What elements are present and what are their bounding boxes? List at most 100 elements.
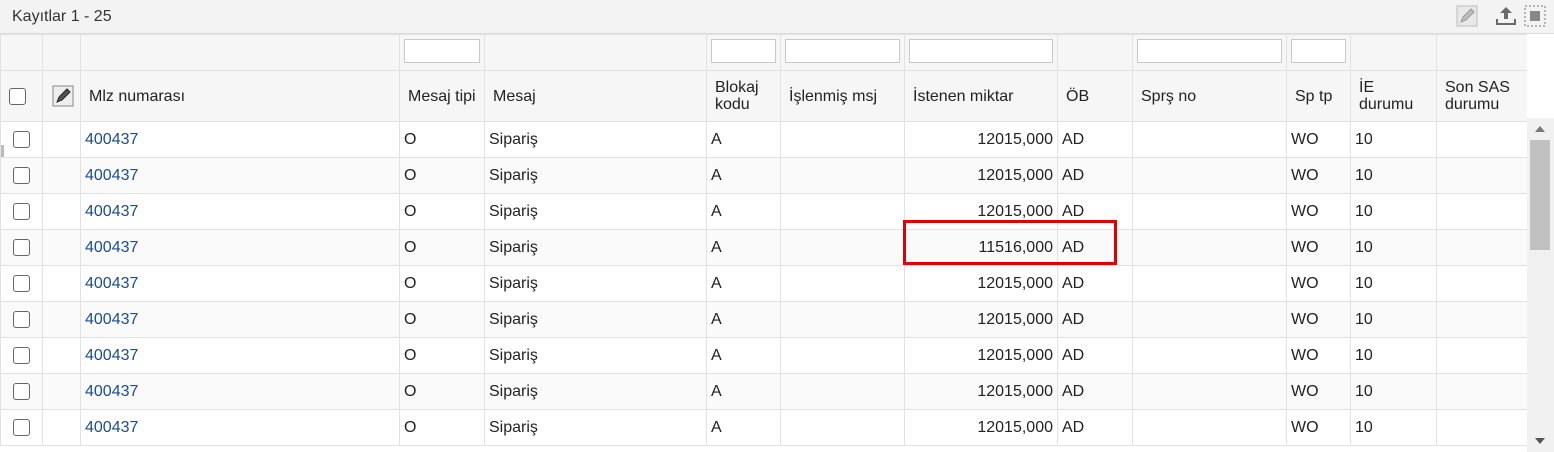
cell-blokaj-kodu: A xyxy=(706,409,781,446)
select-all-checkbox[interactable] xyxy=(9,87,26,105)
row-edit-cell xyxy=(42,157,81,194)
col-header-ie-durumu[interactable]: İE durumu xyxy=(1350,70,1437,122)
table-row[interactable]: 400437 O Sipariş A 12015,000 AD WO 10 xyxy=(0,337,1527,374)
row-edit-cell xyxy=(42,301,81,338)
col-header-ob[interactable]: ÖB xyxy=(1057,70,1133,122)
scroll-thumb[interactable] xyxy=(1530,140,1550,250)
row-checkbox[interactable] xyxy=(13,274,30,292)
cell-sp-tp: WO xyxy=(1286,409,1351,446)
data-grid: Mlz numarası Mesaj tipi Mesaj Blokaj kod… xyxy=(0,34,1527,452)
filter-sp-tp[interactable] xyxy=(1291,39,1346,63)
cell-blokaj-kodu: A xyxy=(706,229,781,266)
cell-mlz-numarasi[interactable]: 400437 xyxy=(80,373,400,410)
filter-istenen-miktar[interactable] xyxy=(909,39,1053,63)
cell-mlz-numarasi[interactable]: 400437 xyxy=(80,229,400,266)
row-edit-cell xyxy=(42,373,81,410)
row-edit-cell xyxy=(42,337,81,374)
cell-ob: AD xyxy=(1057,193,1133,230)
table-row[interactable]: 400437 O Sipariş A 12015,000 AD WO 10 xyxy=(0,157,1527,194)
cell-istenen-miktar: 12015,000 xyxy=(904,337,1058,374)
table-row[interactable]: 400437 O Sipariş A 11516,000 AD WO 10 xyxy=(0,229,1527,266)
cell-ie-durumu: 10 xyxy=(1350,337,1437,374)
row-select-cell xyxy=(0,121,43,158)
cell-istenen-miktar: 12015,000 xyxy=(904,373,1058,410)
export-upload-icon[interactable] xyxy=(1494,4,1518,28)
edit-icon[interactable] xyxy=(1455,4,1479,28)
row-checkbox[interactable] xyxy=(13,166,30,184)
cell-ob: AD xyxy=(1057,157,1133,194)
col-header-islenmis-msj[interactable]: İşlenmiş msj xyxy=(780,70,905,122)
row-checkbox[interactable] xyxy=(13,130,30,148)
cell-islenmis-msj xyxy=(780,121,905,158)
cell-sp-tp: WO xyxy=(1286,337,1351,374)
cell-mesaj: Sipariş xyxy=(484,121,707,158)
table-row[interactable]: 400437 O Sipariş A 12015,000 AD WO 10 xyxy=(0,265,1527,302)
row-edit-cell xyxy=(42,265,81,302)
cell-islenmis-msj xyxy=(780,229,905,266)
filter-islenmis-msj[interactable] xyxy=(785,39,900,63)
table-row[interactable]: 400437 O Sipariş A 12015,000 AD WO 10 xyxy=(0,121,1527,158)
vertical-scrollbar[interactable] xyxy=(1527,118,1554,452)
cell-mesaj: Sipariş xyxy=(484,157,707,194)
table-row[interactable]: 400437 O Sipariş A 12015,000 AD WO 10 xyxy=(0,409,1527,446)
cell-mlz-numarasi[interactable]: 400437 xyxy=(80,265,400,302)
col-header-blokaj-kodu[interactable]: Blokaj kodu xyxy=(706,70,781,122)
select-all-cell xyxy=(0,70,43,122)
grid-toolbar: Kayıtlar 1 - 25 xyxy=(0,0,1554,34)
filter-sprs-no[interactable] xyxy=(1137,39,1282,63)
col-header-mesaj-tipi[interactable]: Mesaj tipi xyxy=(399,70,485,122)
scroll-up-arrow-icon[interactable] xyxy=(1535,126,1545,132)
cell-mlz-numarasi[interactable]: 400437 xyxy=(80,193,400,230)
row-checkbox[interactable] xyxy=(13,382,30,400)
row-select-cell xyxy=(0,193,43,230)
filter-blokaj-kodu[interactable] xyxy=(711,39,776,63)
fit-columns-icon[interactable] xyxy=(1523,4,1547,28)
row-checkbox[interactable] xyxy=(13,238,30,256)
cell-sprs-no xyxy=(1132,157,1287,194)
table-row[interactable]: 400437 O Sipariş A 12015,000 AD WO 10 xyxy=(0,373,1527,410)
cell-mesaj: Sipariş xyxy=(484,229,707,266)
cell-mlz-numarasi[interactable]: 400437 xyxy=(80,337,400,374)
row-checkbox[interactable] xyxy=(13,418,30,436)
row-select-cell xyxy=(0,337,43,374)
cell-mlz-numarasi[interactable]: 400437 xyxy=(80,409,400,446)
cell-istenen-miktar: 12015,000 xyxy=(904,193,1058,230)
table-row[interactable]: 400437 O Sipariş A 12015,000 AD WO 10 xyxy=(0,301,1527,338)
cell-mesaj-tipi: O xyxy=(399,409,485,446)
cell-blokaj-kodu: A xyxy=(706,193,781,230)
cell-ob: AD xyxy=(1057,373,1133,410)
col-header-sprs-no[interactable]: Sprş no xyxy=(1132,70,1287,122)
col-header-istenen-miktar[interactable]: İstenen miktar xyxy=(904,70,1058,122)
cell-mlz-numarasi[interactable]: 400437 xyxy=(80,301,400,338)
cell-ob: AD xyxy=(1057,121,1133,158)
cell-son-sas-durumu xyxy=(1436,301,1527,338)
cell-ob: AD xyxy=(1057,265,1133,302)
col-header-sp-tp[interactable]: Sp tp xyxy=(1286,70,1351,122)
cell-sp-tp: WO xyxy=(1286,229,1351,266)
edit-column-header xyxy=(42,70,81,122)
cell-ie-durumu: 10 xyxy=(1350,301,1437,338)
cell-ob: AD xyxy=(1057,337,1133,374)
col-header-son-sas-durumu[interactable]: Son SAS durumu xyxy=(1436,70,1527,122)
cell-istenen-miktar: 12015,000 xyxy=(904,157,1058,194)
cell-mlz-numarasi[interactable]: 400437 xyxy=(80,121,400,158)
cell-mlz-numarasi[interactable]: 400437 xyxy=(80,157,400,194)
cell-mesaj-tipi: O xyxy=(399,373,485,410)
table-row[interactable]: 400437 O Sipariş A 12015,000 AD WO 10 xyxy=(0,193,1527,230)
edit-icon[interactable] xyxy=(51,84,75,108)
scroll-down-arrow-icon[interactable] xyxy=(1535,438,1545,444)
cell-islenmis-msj xyxy=(780,265,905,302)
cell-blokaj-kodu: A xyxy=(706,265,781,302)
row-checkbox[interactable] xyxy=(13,346,30,364)
cell-blokaj-kodu: A xyxy=(706,337,781,374)
row-checkbox[interactable] xyxy=(13,202,30,220)
row-checkbox[interactable] xyxy=(13,310,30,328)
col-header-mesaj[interactable]: Mesaj xyxy=(484,70,707,122)
cell-sp-tp: WO xyxy=(1286,265,1351,302)
filter-mesaj-tipi[interactable] xyxy=(404,39,480,63)
cell-mesaj: Sipariş xyxy=(484,301,707,338)
cell-ie-durumu: 10 xyxy=(1350,373,1437,410)
record-count-title: Kayıtlar 1 - 25 xyxy=(12,8,112,25)
cell-istenen-miktar: 12015,000 xyxy=(904,265,1058,302)
col-header-mlz-numarasi[interactable]: Mlz numarası xyxy=(80,70,400,122)
